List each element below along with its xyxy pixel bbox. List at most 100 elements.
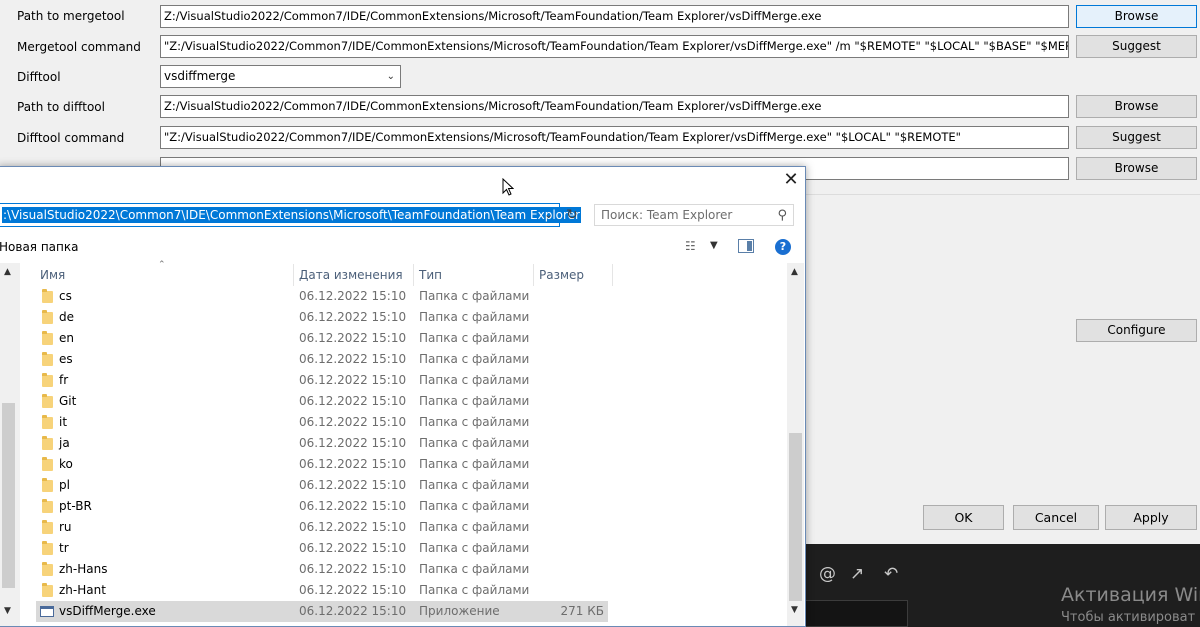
- cell-date: 06.12.2022 15:10: [299, 562, 407, 576]
- cell-date: 06.12.2022 15:10: [299, 394, 407, 408]
- cell-date: 06.12.2022 15:10: [299, 415, 407, 429]
- cell-size: 271 КБ: [560, 604, 604, 618]
- cell-date: 06.12.2022 15:10: [299, 541, 407, 555]
- nav-scrollbar-thumb[interactable]: [2, 403, 15, 588]
- view-dropdown-icon[interactable]: ▼: [710, 240, 718, 251]
- folder-row[interactable]: en 06.12.2022 15:10 Папка с файлами: [36, 328, 608, 349]
- mergetool-command-input[interactable]: "Z:/VisualStudio2022/Common7/IDE/CommonE…: [160, 35, 1069, 58]
- folder-row[interactable]: zh-Hant 06.12.2022 15:10 Папка с файлами: [36, 580, 608, 601]
- file-row[interactable]: vsDiffMerge.exe 06.12.2022 15:10 Приложени…: [36, 601, 608, 622]
- dark-input-box: [805, 600, 908, 627]
- file-list-scrollbar[interactable]: ▲ ▼: [787, 263, 804, 626]
- cell-type: Папка с файлами: [419, 436, 530, 450]
- cancel-button[interactable]: Cancel: [1013, 505, 1099, 530]
- cell-type: Папка с файлами: [419, 289, 530, 303]
- preview-pane-icon[interactable]: [738, 239, 754, 253]
- navigation-pane: ▲ ▼: [0, 263, 20, 626]
- scrollbar-thumb[interactable]: [789, 433, 802, 601]
- cell-name: es: [59, 352, 73, 366]
- folder-row[interactable]: ru 06.12.2022 15:10 Папка с файлами: [36, 517, 608, 538]
- difftool-browse-button[interactable]: Browse: [1076, 95, 1197, 118]
- cell-name: de: [59, 310, 74, 324]
- mergetool-path-input[interactable]: Z:/VisualStudio2022/Common7/IDE/CommonEx…: [160, 5, 1069, 28]
- cell-type: Папка с файлами: [419, 415, 530, 429]
- folder-row[interactable]: es 06.12.2022 15:10 Папка с файлами: [36, 349, 608, 370]
- difftool-command-input[interactable]: "Z:/VisualStudio2022/Common7/IDE/CommonE…: [160, 126, 1069, 149]
- cell-name: tr: [59, 541, 69, 555]
- column-header-type[interactable]: Тип: [415, 264, 534, 286]
- ok-button[interactable]: OK: [923, 505, 1004, 530]
- scroll-down-icon[interactable]: ▼: [4, 606, 11, 616]
- file-open-dialog: ✕ :\VisualStudio2022\Common7\IDE\CommonE…: [0, 166, 806, 627]
- folder-row[interactable]: tr 06.12.2022 15:10 Папка с файлами: [36, 538, 608, 559]
- apply-button[interactable]: Apply: [1105, 505, 1197, 530]
- help-icon[interactable]: ?: [775, 239, 791, 255]
- folder-row[interactable]: pl 06.12.2022 15:10 Папка с файлами: [36, 475, 608, 496]
- difftool-label: Difftool: [17, 70, 61, 84]
- folder-icon: [42, 331, 53, 345]
- folder-icon: [42, 436, 53, 450]
- cell-date: 06.12.2022 15:10: [299, 604, 407, 618]
- column-header-size[interactable]: Размер: [535, 264, 613, 286]
- cell-date: 06.12.2022 15:10: [299, 520, 407, 534]
- folder-row[interactable]: zh-Hans 06.12.2022 15:10 Папка с файлами: [36, 559, 608, 580]
- cell-name: pt-BR: [59, 499, 92, 513]
- cell-type: Приложение: [419, 604, 500, 618]
- scroll-down-icon[interactable]: ▼: [791, 605, 798, 615]
- folder-icon: [42, 478, 53, 492]
- cell-date: 06.12.2022 15:10: [299, 331, 407, 345]
- share-icon[interactable]: ↗: [850, 564, 864, 584]
- folder-row[interactable]: pt-BR 06.12.2022 15:10 Папка с файлами: [36, 496, 608, 517]
- folder-row[interactable]: cs 06.12.2022 15:10 Папка с файлами: [36, 286, 608, 307]
- folder-icon: [42, 562, 53, 576]
- cell-type: Папка с файлами: [419, 373, 530, 387]
- new-folder-button[interactable]: Новая папка: [0, 240, 78, 254]
- cell-date: 06.12.2022 15:10: [299, 499, 407, 513]
- cell-name: ko: [59, 457, 73, 471]
- folder-icon: [42, 457, 53, 471]
- at-icon[interactable]: @: [819, 564, 836, 584]
- cell-type: Папка с файлами: [419, 310, 530, 324]
- folder-icon: [42, 415, 53, 429]
- cell-type: Папка с файлами: [419, 520, 530, 534]
- cell-type: Папка с файлами: [419, 583, 530, 597]
- cell-name: cs: [59, 289, 72, 303]
- cell-name: ja: [59, 436, 70, 450]
- cell-name: en: [59, 331, 74, 345]
- difftool-path-input[interactable]: Z:/VisualStudio2022/Common7/IDE/CommonEx…: [160, 95, 1069, 118]
- cell-type: Папка с файлами: [419, 352, 530, 366]
- difftool-select[interactable]: vsdiffmerge ⌄: [160, 65, 401, 88]
- close-icon[interactable]: ✕: [781, 170, 801, 190]
- column-header-name[interactable]: Имя: [36, 264, 294, 286]
- mergetool-browse-button[interactable]: Browse: [1076, 5, 1197, 28]
- cell-name: vsDiffMerge.exe: [59, 604, 156, 618]
- folder-row[interactable]: ja 06.12.2022 15:10 Папка с файлами: [36, 433, 608, 454]
- folder-row[interactable]: ko 06.12.2022 15:10 Папка с файлами: [36, 454, 608, 475]
- mergetool-command-label: Mergetool command: [17, 40, 141, 54]
- search-box[interactable]: Поиск: Team Explorer ⚲: [594, 204, 794, 226]
- folder-icon: [42, 373, 53, 387]
- scroll-up-icon[interactable]: ▲: [4, 267, 11, 277]
- commit-template-browse-button[interactable]: Browse: [1076, 157, 1197, 180]
- column-header-date[interactable]: Дата изменения: [295, 264, 414, 286]
- undo-icon[interactable]: ↶: [884, 564, 898, 584]
- activation-watermark-title: Активация Win: [1061, 584, 1200, 606]
- refresh-icon[interactable]: ↻: [563, 205, 581, 225]
- search-placeholder: Поиск: Team Explorer: [601, 208, 733, 222]
- application-icon: [40, 606, 54, 617]
- view-options-icon[interactable]: ☷: [685, 239, 696, 253]
- folder-row[interactable]: fr 06.12.2022 15:10 Папка с файлами: [36, 370, 608, 391]
- cell-type: Папка с файлами: [419, 457, 530, 471]
- address-bar[interactable]: :\VisualStudio2022\Common7\IDE\CommonExt…: [0, 203, 581, 227]
- folder-row[interactable]: it 06.12.2022 15:10 Папка с файлами: [36, 412, 608, 433]
- chevron-down-icon[interactable]: ⌄: [544, 208, 553, 221]
- cell-date: 06.12.2022 15:10: [299, 457, 407, 471]
- folder-row[interactable]: Git 06.12.2022 15:10 Папка с файлами: [36, 391, 608, 412]
- folder-icon: [42, 541, 53, 555]
- folder-row[interactable]: de 06.12.2022 15:10 Папка с файлами: [36, 307, 608, 328]
- scroll-up-icon[interactable]: ▲: [791, 267, 798, 277]
- difftool-suggest-button[interactable]: Suggest: [1076, 126, 1197, 149]
- folder-icon: [42, 394, 53, 408]
- mergetool-suggest-button[interactable]: Suggest: [1076, 35, 1197, 58]
- configure-button[interactable]: Configure: [1076, 319, 1197, 342]
